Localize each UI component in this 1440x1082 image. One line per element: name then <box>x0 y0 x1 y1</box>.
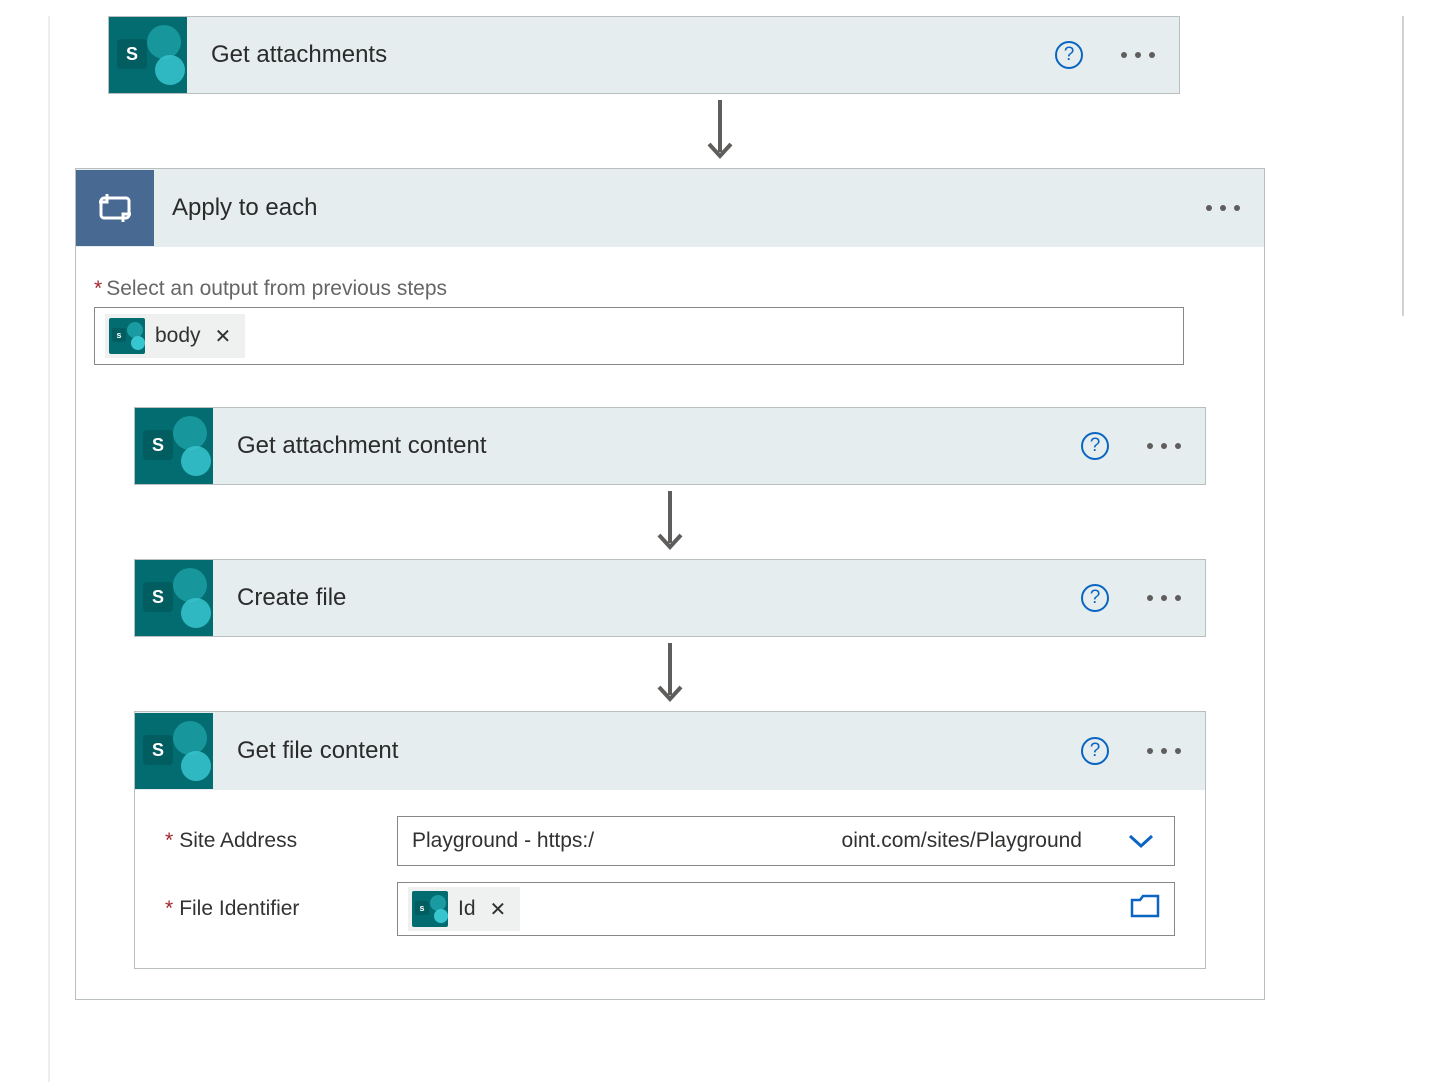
connector-arrow <box>94 637 1246 711</box>
step-title: Create file <box>213 584 1081 612</box>
sharepoint-icon: s <box>109 318 145 354</box>
sharepoint-icon: S <box>135 408 213 484</box>
connector-arrow <box>94 485 1246 559</box>
step-apply-to-each-container: Apply to each *Select an output from pre… <box>75 168 1265 1000</box>
sharepoint-icon: s <box>412 891 448 927</box>
step-get-attachment-content[interactable]: S Get attachment content ? <box>134 407 1206 485</box>
step-create-file[interactable]: S Create file ? <box>134 559 1206 637</box>
site-address-combo[interactable]: Playground - https:/ oint.com/sites/Play… <box>397 816 1175 866</box>
token-body[interactable]: s body ✕ <box>105 314 245 358</box>
more-icon[interactable] <box>1147 443 1181 449</box>
step-title: Apply to each <box>154 194 1206 222</box>
step-title: Get attachments <box>187 41 1055 69</box>
site-address-value: Playground - https:/ oint.com/sites/Play… <box>412 829 1122 853</box>
chevron-down-icon[interactable] <box>1122 826 1160 857</box>
more-icon[interactable] <box>1206 205 1240 211</box>
panel-left-border <box>48 16 50 1082</box>
help-icon[interactable]: ? <box>1081 432 1109 460</box>
more-icon[interactable] <box>1147 748 1181 754</box>
token-label: Id <box>458 897 476 921</box>
file-identifier-input[interactable]: s Id ✕ <box>397 882 1175 936</box>
site-address-label: *Site Address <box>165 829 397 853</box>
file-identifier-label: *File Identifier <box>165 897 397 921</box>
output-label: *Select an output from previous steps <box>94 277 1246 301</box>
step-title: Get attachment content <box>213 432 1081 460</box>
help-icon[interactable]: ? <box>1081 584 1109 612</box>
close-icon[interactable]: ✕ <box>211 324 236 349</box>
loop-icon <box>76 170 154 246</box>
more-icon[interactable] <box>1121 52 1155 58</box>
step-get-attachments[interactable]: S Get attachments ? <box>108 16 1180 94</box>
connector-arrow <box>50 94 1390 168</box>
output-token-input[interactable]: s body ✕ <box>94 307 1184 365</box>
step-title: Get file content <box>213 737 1081 765</box>
help-icon[interactable]: ? <box>1081 737 1109 765</box>
more-icon[interactable] <box>1147 595 1181 601</box>
token-id[interactable]: s Id ✕ <box>408 887 520 931</box>
step-apply-to-each-header[interactable]: Apply to each <box>76 169 1264 247</box>
token-label: body <box>155 324 201 348</box>
sharepoint-icon: S <box>109 17 187 93</box>
step-get-file-content-header[interactable]: S Get file content ? <box>135 712 1205 790</box>
sharepoint-icon: S <box>135 713 213 789</box>
close-icon[interactable]: ✕ <box>486 897 511 922</box>
folder-icon[interactable] <box>1126 894 1164 924</box>
sharepoint-icon: S <box>135 560 213 636</box>
help-icon[interactable]: ? <box>1055 41 1083 69</box>
panel-right-border <box>1402 16 1404 316</box>
step-get-file-content: S Get file content ? *Site Address Playg… <box>134 711 1206 969</box>
